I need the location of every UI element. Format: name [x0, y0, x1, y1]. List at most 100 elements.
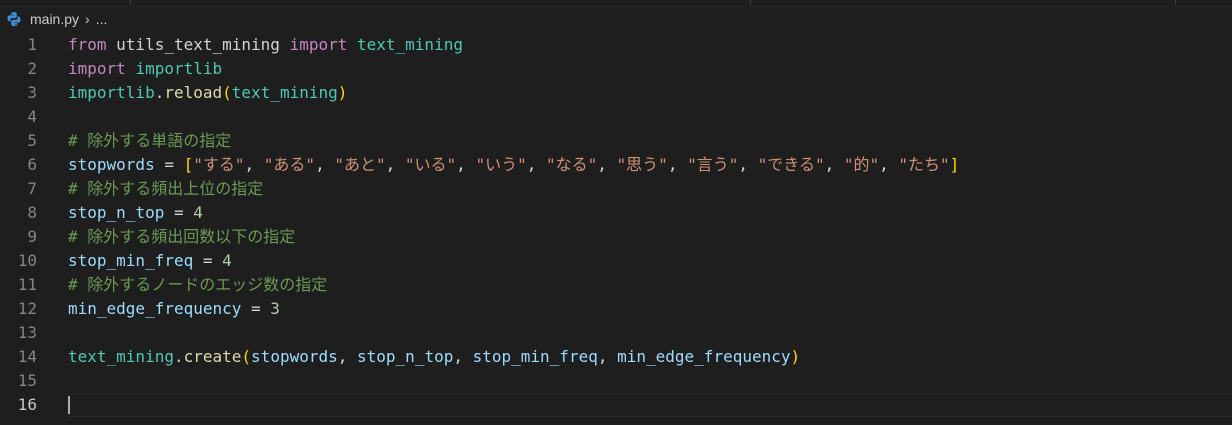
- line-number: 15: [17, 371, 37, 390]
- code-text: # 除外する頻出上位の指定: [68, 177, 263, 201]
- code-token: reload: [164, 83, 223, 102]
- line-number: 14: [17, 347, 37, 366]
- code-token: importlib: [135, 59, 223, 78]
- line-number: 2: [27, 59, 37, 78]
- line-number: 8: [27, 203, 37, 222]
- line-number: 7: [27, 179, 37, 198]
- code-token: "する": [193, 155, 245, 174]
- code-token: "言う": [687, 155, 739, 174]
- code-text: stop_n_top = 4: [68, 201, 203, 225]
- code-token: import: [289, 35, 348, 54]
- code-token: stop_n_top: [68, 203, 165, 222]
- code-token: [: [183, 155, 194, 174]
- code-line[interactable]: 16: [0, 393, 1232, 417]
- code-token: create: [183, 347, 242, 366]
- line-number: 10: [17, 251, 37, 270]
- code-line[interactable]: 6 stopwords = ["する", "ある", "あと", "いる", "い…: [0, 153, 1232, 177]
- code-line[interactable]: 12 min_edge_frequency = 3: [0, 297, 1232, 321]
- code-line[interactable]: 11 # 除外するノードのエッジ数の指定: [0, 273, 1232, 297]
- editor-top-shadow: [0, 0, 1232, 7]
- code-line[interactable]: 3 importlib.reload(text_mining): [0, 81, 1232, 105]
- code-token: ,: [453, 347, 473, 366]
- code-token: stopwords: [251, 347, 338, 366]
- code-text: from utils_text_mining import text_minin…: [68, 33, 463, 57]
- code-token: ,: [738, 155, 758, 174]
- code-text: min_edge_frequency = 3: [68, 297, 280, 321]
- code-token: # 除外する頻出回数以下の指定: [68, 227, 296, 246]
- code-line[interactable]: 13: [0, 321, 1232, 345]
- code-line[interactable]: 8 stop_n_top = 4: [0, 201, 1232, 225]
- code-token: (: [241, 347, 252, 366]
- code-token: # 除外するノードのエッジ数の指定: [68, 275, 328, 294]
- code-token: "思う": [616, 155, 668, 174]
- text-cursor: [68, 396, 70, 414]
- code-token: ,: [597, 347, 618, 366]
- code-token: # 除外する頻出上位の指定: [68, 179, 264, 198]
- code-token: =: [193, 251, 223, 270]
- code-token: from: [68, 35, 107, 54]
- code-token: ,: [667, 155, 688, 174]
- code-line[interactable]: 1 from utils_text_mining import text_mini…: [0, 33, 1232, 57]
- line-number: 3: [27, 83, 37, 102]
- line-number: 6: [27, 155, 37, 174]
- code-token: ,: [824, 155, 844, 174]
- code-token: text_mining: [357, 35, 463, 54]
- code-text: # 除外するノードのエッジ数の指定: [68, 273, 327, 297]
- current-line-highlight: [66, 393, 1232, 417]
- line-number: 9: [27, 227, 37, 246]
- line-number: 11: [17, 275, 37, 294]
- code-text: # 除外する頻出回数以下の指定: [68, 225, 295, 249]
- code-line[interactable]: 15: [0, 369, 1232, 393]
- tab-divider: [1175, 0, 1176, 5]
- code-token: "たち": [898, 155, 950, 174]
- code-line[interactable]: 9 # 除外する頻出回数以下の指定: [0, 225, 1232, 249]
- code-token: importlib: [68, 83, 155, 102]
- breadcrumb-symbol[interactable]: ...: [96, 11, 108, 27]
- code-token: ): [337, 83, 348, 102]
- code-token: "いう": [475, 155, 527, 174]
- code-token: ,: [456, 155, 476, 174]
- line-number: 1: [27, 35, 37, 54]
- line-number: 5: [27, 131, 37, 150]
- code-text: stopwords = ["する", "ある", "あと", "いる", "いう…: [68, 153, 959, 177]
- breadcrumb: main.py › ...: [0, 8, 107, 30]
- python-file-icon: [6, 11, 22, 27]
- code-text: importlib.reload(text_mining): [68, 81, 347, 105]
- chevron-right-icon: ›: [85, 11, 90, 27]
- code-token: =: [164, 203, 194, 222]
- code-token: stop_min_freq: [472, 347, 598, 366]
- code-line[interactable]: 7 # 除外する頻出上位の指定: [0, 177, 1232, 201]
- breadcrumb-file[interactable]: main.py: [30, 11, 79, 27]
- code-token: "できる": [757, 155, 825, 174]
- code-token: stopwords: [68, 155, 155, 174]
- code-text: stop_min_freq = 4: [68, 249, 232, 273]
- code-token: ,: [337, 347, 358, 366]
- code-token: stop_n_top: [357, 347, 454, 366]
- code-token: (: [222, 83, 232, 102]
- code-token: stop_min_freq: [68, 251, 194, 270]
- code-token: # 除外する単語の指定: [68, 131, 232, 150]
- code-text: text_mining.create(stopwords, stop_n_top…: [68, 345, 800, 369]
- code-line[interactable]: 14 text_mining.create(stopwords, stop_n_t…: [0, 345, 1232, 369]
- line-number: 12: [17, 299, 37, 318]
- code-token: "あと": [334, 155, 386, 174]
- code-line[interactable]: 4: [0, 105, 1232, 129]
- tab-divider: [750, 0, 751, 5]
- code-token: "ある": [263, 155, 316, 174]
- code-token: text_mining: [68, 347, 174, 366]
- code-token: 4: [193, 203, 203, 222]
- line-number: 4: [27, 107, 37, 126]
- code-line[interactable]: 2 import importlib: [0, 57, 1232, 81]
- code-token: min_edge_frequency: [68, 299, 242, 318]
- code-token: "なる": [545, 155, 598, 174]
- code-line[interactable]: 10 stop_min_freq = 4: [0, 249, 1232, 273]
- code-editor[interactable]: 1 from utils_text_mining import text_mini…: [0, 33, 1232, 417]
- code-token: ,: [526, 155, 546, 174]
- code-token: ,: [315, 155, 335, 174]
- code-token: ,: [597, 155, 617, 174]
- code-token: utils_text_mining: [106, 35, 290, 54]
- code-line[interactable]: 5 # 除外する単語の指定: [0, 129, 1232, 153]
- tab-divider: [130, 0, 131, 5]
